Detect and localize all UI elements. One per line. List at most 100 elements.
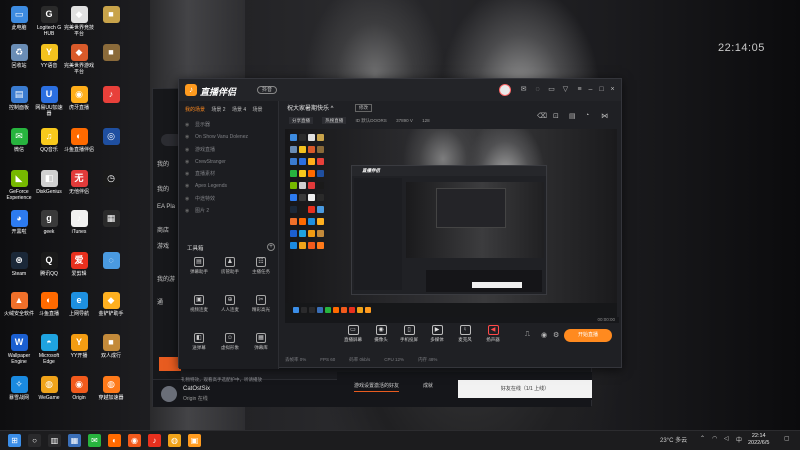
- lock-icon[interactable]: ⊡: [553, 112, 559, 120]
- toolbox-tool[interactable]: ▤ 弹幕助手: [185, 257, 213, 275]
- taskbar-clock[interactable]: 22:14 2022/6/5: [748, 433, 769, 447]
- desktop-icon[interactable]: ◐ 斗鱼直播: [34, 292, 64, 317]
- audio-mix-icon[interactable]: ⎍: [525, 331, 530, 339]
- source-item[interactable]: ◉ CrewStranger: [183, 156, 275, 168]
- bell-icon[interactable]: ◔: [585, 112, 589, 119]
- desktop-icon[interactable]: U 网易UU加速器: [34, 86, 64, 117]
- app-titlebar[interactable]: ♪ 直播伴侣 抖音 ✉ ◌ ▭ ▽ ≡ – □ ×: [179, 79, 621, 101]
- client-tab-friends[interactable]: 游戏设置激活的好友: [354, 382, 400, 392]
- capture-control[interactable]: ▯ 手机投屏: [395, 325, 423, 343]
- desktop-icon[interactable]: Y YY开播: [64, 334, 94, 359]
- tray-chevron-icon[interactable]: ⌃: [700, 435, 705, 442]
- desktop-icon[interactable]: ♻ 回收站: [4, 44, 34, 69]
- source-item[interactable]: ◉ 图片 2: [183, 205, 275, 217]
- share-button[interactable]: 分享直播: [289, 117, 313, 124]
- network-icon[interactable]: ◠: [712, 435, 717, 442]
- taskbar-app-icon[interactable]: ◐: [108, 434, 121, 447]
- start-button[interactable]: ⊞: [8, 434, 21, 447]
- notification-icon[interactable]: ▢: [784, 435, 790, 442]
- tab-scene-1[interactable]: 我的场景: [185, 106, 205, 113]
- client-avatar[interactable]: [161, 386, 177, 402]
- desktop-icon[interactable]: g geek: [34, 210, 64, 235]
- app-platform-badge[interactable]: 抖音: [257, 86, 278, 94]
- eye-icon[interactable]: ◉: [185, 119, 189, 131]
- eye-icon[interactable]: ◉: [185, 156, 189, 168]
- desktop-icon[interactable]: ■ 双人成行: [96, 334, 126, 359]
- close-icon[interactable]: ×: [608, 85, 617, 94]
- eye-icon[interactable]: ◉: [541, 331, 547, 339]
- menu-icon[interactable]: ≡: [575, 85, 584, 94]
- weather-text[interactable]: 23°C 多云: [660, 435, 687, 444]
- toolbox-tool[interactable]: ♟ 房管助手: [216, 257, 244, 275]
- source-item[interactable]: ◉ 中途特效: [183, 193, 275, 205]
- room-edit-button[interactable]: 修改: [355, 104, 372, 112]
- desktop-icon[interactable]: ▦: [96, 210, 126, 229]
- desktop-icon[interactable]: ◍ WeGame: [34, 376, 64, 401]
- desktop-icon[interactable]: ♫ QQ音乐: [34, 128, 64, 153]
- taskbar-app-icon[interactable]: ◉: [128, 434, 141, 447]
- eye-icon[interactable]: ◉: [185, 144, 189, 156]
- taskbar-app-icon[interactable]: ♪: [148, 434, 161, 447]
- toolbox-tool[interactable]: ◧ 送弹幕: [185, 333, 213, 351]
- desktop-icon[interactable]: Y YY语音: [34, 44, 64, 69]
- desktop-icon[interactable]: ◌: [96, 252, 126, 271]
- maximize-icon[interactable]: □: [597, 85, 606, 94]
- eye-icon[interactable]: ◉: [185, 168, 189, 180]
- desktop-icon[interactable]: G Logitech G HUB: [34, 6, 64, 37]
- start-live-button[interactable]: 开始直播: [564, 329, 612, 342]
- desktop-icon[interactable]: Q 腾讯QQ: [34, 252, 64, 277]
- source-item[interactable]: ◉ 显示器: [183, 119, 275, 131]
- capture-control[interactable]: ♮ 麦克风: [451, 325, 479, 343]
- desktop-icon[interactable]: ◉ 虎牙直播: [64, 86, 94, 111]
- desktop-icon[interactable]: ■: [96, 44, 126, 63]
- toolbox-tool[interactable]: ▣ 视频连麦: [185, 295, 213, 313]
- desktop-icon[interactable]: ◍ 穿越加速器: [96, 376, 126, 401]
- layout-icon[interactable]: ▤: [569, 112, 576, 120]
- desktop-icon[interactable]: ◓ Microsoft Edge: [34, 334, 64, 365]
- mail-icon[interactable]: ✉: [519, 85, 528, 94]
- taskbar-app-icon[interactable]: ▥: [48, 434, 61, 447]
- chat-icon[interactable]: ◌: [533, 85, 542, 94]
- volume-icon[interactable]: ◁: [724, 435, 729, 442]
- input-method-icon[interactable]: 中: [736, 435, 742, 444]
- desktop-icon[interactable]: ◣ GeForce Experience: [4, 170, 34, 201]
- toolbox-tool[interactable]: ☷ 主播任务: [247, 257, 275, 275]
- desktop-icon[interactable]: ◐ 斗鱼直播伴侣: [64, 128, 94, 153]
- desktop-icon[interactable]: 无无他伴侣: [64, 170, 94, 195]
- desktop-icon[interactable]: ⊛ Steam: [4, 252, 34, 277]
- eye-icon[interactable]: ◉: [185, 180, 189, 192]
- desktop-icon[interactable]: ♪ iTunes: [64, 210, 94, 235]
- search-icon[interactable]: ○: [28, 434, 41, 447]
- desktop-icon[interactable]: ♪: [96, 86, 126, 105]
- desktop-icon[interactable]: ◕ 开黑啦: [4, 210, 34, 235]
- streaming-app-window[interactable]: ♪ 直播伴侣 抖音 ✉ ◌ ▭ ▽ ≡ – □ × 我的场景 场景 2 场景 4…: [178, 78, 622, 382]
- desktop-icon[interactable]: e 上网导航: [64, 292, 94, 317]
- minimize-icon[interactable]: –: [586, 85, 595, 94]
- taskbar-app-icon[interactable]: ▦: [68, 434, 81, 447]
- tab-scene-2[interactable]: 场景 2: [211, 106, 225, 113]
- shirt-icon[interactable]: ▽: [561, 85, 570, 94]
- source-item[interactable]: ◉ 直播素材: [183, 168, 275, 180]
- desktop-icon[interactable]: ◉ Origin: [64, 376, 94, 401]
- taskbar-app-icon[interactable]: ▣: [188, 434, 201, 447]
- toolbox-tool[interactable]: ⊕ 人人连麦: [216, 295, 244, 313]
- tab-scene-4[interactable]: 场景 4: [232, 106, 246, 113]
- eye-icon[interactable]: ◉: [185, 131, 189, 143]
- desktop-icon[interactable]: ◧ DiskGenius: [34, 170, 64, 195]
- toolbox-tool[interactable]: ✂ 精彩高光: [247, 295, 275, 313]
- settings-icon[interactable]: ⚙: [553, 331, 559, 339]
- client-tab-achievements[interactable]: 成就: [423, 382, 433, 389]
- user-avatar[interactable]: [499, 84, 511, 96]
- eye-icon[interactable]: ◉: [185, 205, 189, 217]
- live-preview[interactable]: 直播伴侣: [285, 129, 617, 317]
- desktop-icon[interactable]: ✉ 微信: [4, 128, 34, 153]
- desktop-icon[interactable]: ◷: [96, 170, 126, 189]
- capture-control[interactable]: ▶ 多媒体: [423, 325, 451, 343]
- source-item[interactable]: ◉ Apex Legends: [183, 180, 275, 192]
- capture-control[interactable]: ◀ 扬声器: [479, 325, 507, 343]
- desktop-icon[interactable]: W Wallpaper Engine: [4, 334, 34, 365]
- screen-icon[interactable]: ▭: [547, 85, 556, 94]
- hot-search-button[interactable]: 热搜直播: [322, 117, 347, 124]
- share-icon[interactable]: ⋈: [601, 112, 608, 120]
- room-title[interactable]: 祝大家暑期快乐 ^: [287, 103, 333, 112]
